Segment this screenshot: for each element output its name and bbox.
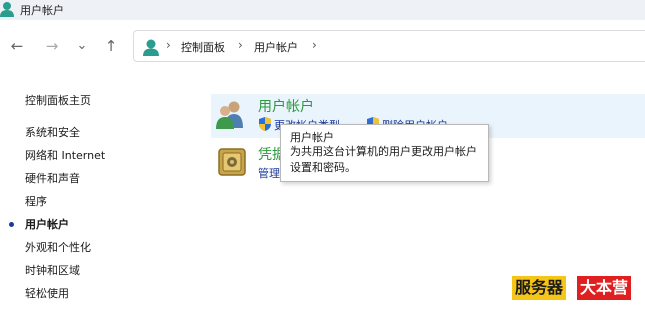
sidebar-item-system-security[interactable]: 系统和安全 [25,124,80,140]
forward-button[interactable]: → [42,36,62,56]
title-bar: 用户帐户 [0,0,645,20]
breadcrumb-control-panel[interactable]: 控制面板 [181,39,225,55]
breadcrumb-user-accounts[interactable]: 用户帐户 [254,39,298,55]
sidebar-item-network-internet[interactable]: 网络和 Internet [25,147,105,163]
sidebar-item-clock-region[interactable]: 时钟和区域 [25,262,80,278]
tooltip-title: 用户帐户 [290,131,334,144]
address-bar[interactable]: › 控制面板 › 用户帐户 › [133,30,645,62]
sidebar: 控制面板主页 系统和安全 网络和 Internet 硬件和声音 程序 用户帐户 … [0,72,200,314]
sidebar-item-ease-of-access[interactable]: 轻松使用 [25,285,69,301]
sidebar-item-user-accounts[interactable]: 用户帐户 [25,216,69,232]
recent-locations-button[interactable]: ⌄ [72,36,92,56]
watermark-logo: 大本营 [577,276,632,300]
up-button[interactable]: ↑ [101,36,121,56]
watermark-logo: 服务器 [512,276,567,300]
window-title: 用户帐户 [20,4,64,17]
sidebar-item-appearance[interactable]: 外观和个性化 [25,239,91,255]
sidebar-item-programs[interactable]: 程序 [25,193,47,209]
tooltip: 用户帐户 为共用这台计算机的用户更改用户帐户设置和密码。 [280,124,489,182]
user-accounts-icon [143,39,159,56]
user-accounts-icon [0,2,14,17]
breadcrumb-separator[interactable]: › [166,38,171,52]
active-indicator [9,222,14,227]
users-icon [216,101,243,129]
sidebar-item-control-panel-home[interactable]: 控制面板主页 [25,92,91,108]
sidebar-item-hardware-sound[interactable]: 硬件和声音 [25,170,80,186]
credential-vault-icon [218,148,246,176]
navigation-bar: ← → ⌄ ↑ › 控制面板 › 用户帐户 › [0,20,645,72]
category-title-user-accounts[interactable]: 用户帐户 [258,96,314,116]
breadcrumb-separator[interactable]: › [312,38,317,52]
uac-shield-icon [259,117,271,131]
back-button[interactable]: ← [7,36,27,56]
tooltip-description: 为共用这台计算机的用户更改用户帐户设置和密码。 [290,145,477,174]
breadcrumb-separator[interactable]: › [238,38,243,52]
